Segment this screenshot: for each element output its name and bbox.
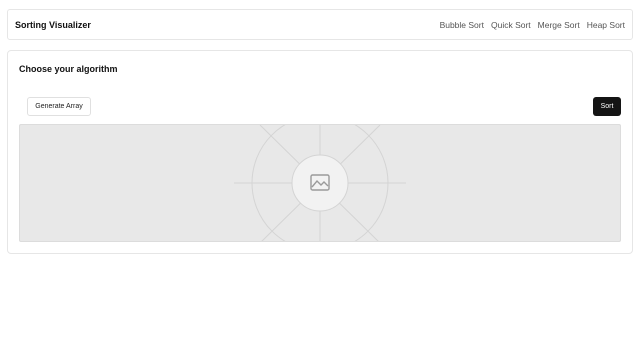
nav-link-bubble-sort[interactable]: Bubble Sort (440, 20, 484, 30)
visualization-canvas (19, 124, 621, 242)
generate-array-button[interactable]: Generate Array (27, 97, 91, 116)
brand-title[interactable]: Sorting Visualizer (15, 20, 91, 30)
nav-link-quick-sort[interactable]: Quick Sort (491, 20, 531, 30)
image-placeholder (234, 125, 406, 241)
nav-links: Bubble Sort Quick Sort Merge Sort Heap S… (440, 20, 625, 30)
sort-button[interactable]: Sort (593, 97, 621, 116)
nav-link-merge-sort[interactable]: Merge Sort (538, 20, 580, 30)
navbar: Sorting Visualizer Bubble Sort Quick Sor… (7, 9, 633, 40)
algorithm-card: Choose your algorithm Generate Array Sor… (7, 50, 633, 254)
card-title: Choose your algorithm (19, 64, 118, 74)
nav-link-heap-sort[interactable]: Heap Sort (587, 20, 625, 30)
